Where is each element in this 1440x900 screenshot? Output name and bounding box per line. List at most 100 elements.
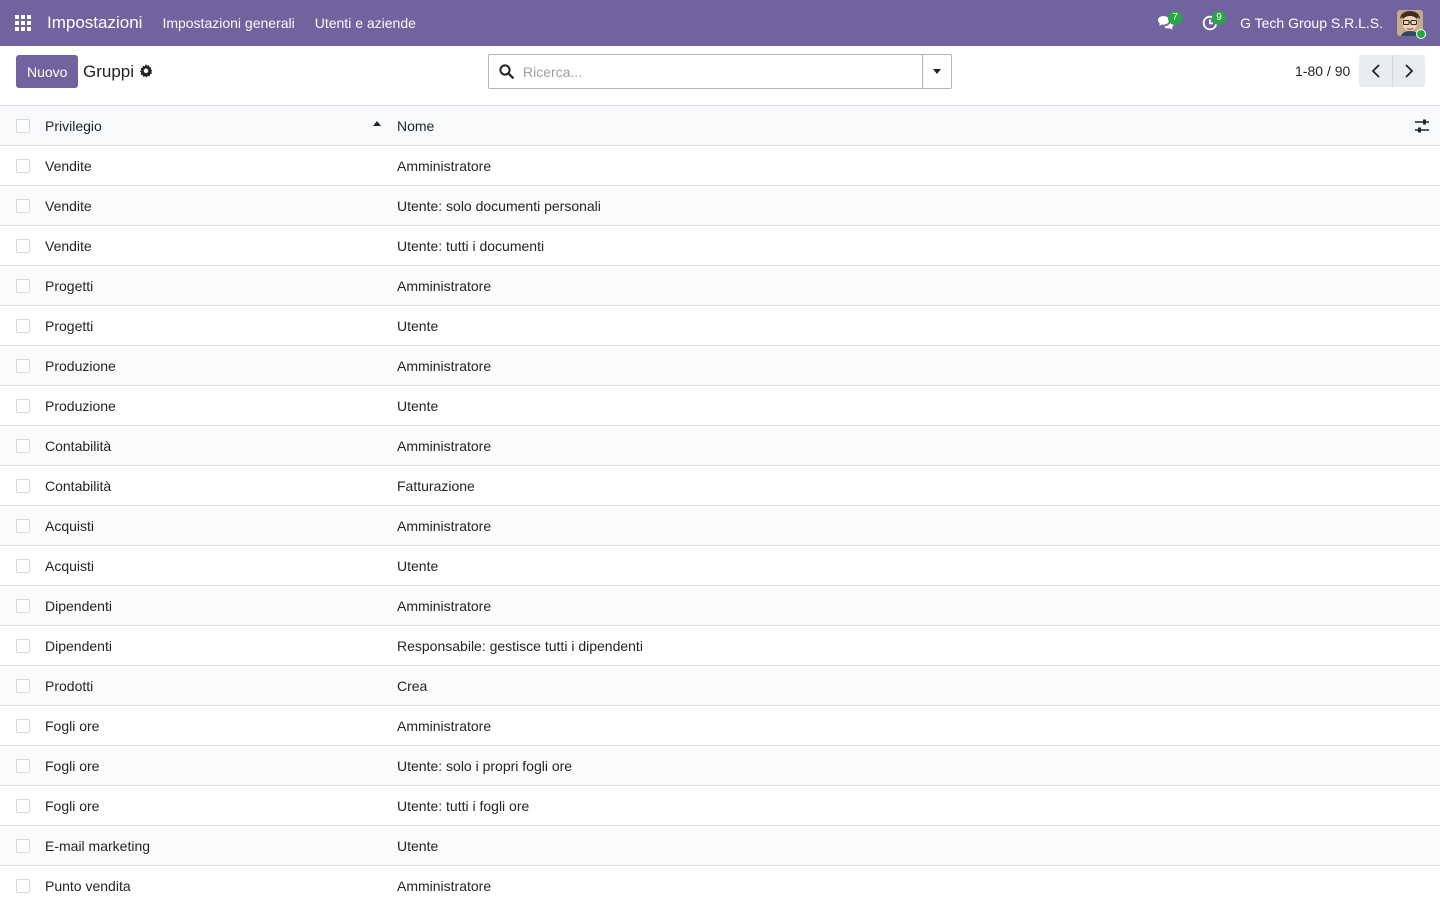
row-checkbox[interactable] xyxy=(16,679,30,693)
table-row[interactable]: Prodotti Crea xyxy=(0,666,1440,706)
table-row[interactable]: Contabilità Fatturazione xyxy=(0,466,1440,506)
row-checkbox[interactable] xyxy=(16,479,30,493)
table-row[interactable]: E-mail marketing Utente xyxy=(0,826,1440,866)
cell-privilegio: Punto vendita xyxy=(45,877,131,894)
pager-previous-button[interactable] xyxy=(1359,55,1392,87)
column-header-nome[interactable]: Nome xyxy=(397,118,434,134)
row-checkbox[interactable] xyxy=(16,759,30,773)
table-header: Privilegio Nome xyxy=(0,106,1440,146)
cell-privilegio: Produzione xyxy=(45,397,116,414)
company-switcher[interactable]: G Tech Group S.R.L.S. xyxy=(1240,15,1383,31)
online-status-dot xyxy=(1416,29,1426,39)
row-checkbox[interactable] xyxy=(16,199,30,213)
cell-nome: Utente: tutti i fogli ore xyxy=(397,797,530,814)
cell-nome: Utente xyxy=(397,317,439,334)
cell-nome: Amministratore xyxy=(397,357,492,374)
activities-count-badge: 9 xyxy=(1212,11,1227,25)
cell-privilegio: Fogli ore xyxy=(45,797,100,814)
new-button[interactable]: Nuovo xyxy=(16,55,79,88)
table-row[interactable]: Dipendenti Amministratore xyxy=(0,586,1440,626)
table-row[interactable]: Punto vendita Amministratore xyxy=(0,866,1440,900)
table-row[interactable]: Acquisti Amministratore xyxy=(0,506,1440,546)
table-row[interactable]: Produzione Amministratore xyxy=(0,346,1440,386)
row-checkbox[interactable] xyxy=(16,719,30,733)
chevron-right-icon xyxy=(1405,64,1414,78)
row-checkbox[interactable] xyxy=(16,439,30,453)
chevron-left-icon xyxy=(1371,64,1380,78)
cell-nome: Utente: tutti i documenti xyxy=(397,237,545,254)
page-title: Gruppi xyxy=(83,62,135,81)
search-input[interactable] xyxy=(523,56,922,87)
cell-privilegio: Dipendenti xyxy=(45,597,112,614)
column-header-privilegio[interactable]: Privilegio xyxy=(45,118,102,134)
table-row[interactable]: Acquisti Utente xyxy=(0,546,1440,586)
table-row[interactable]: Vendite Utente: solo documenti personali xyxy=(0,186,1440,226)
table-row[interactable]: Fogli ore Utente: tutti i fogli ore xyxy=(0,786,1440,826)
cell-privilegio: Dipendenti xyxy=(45,637,112,654)
cell-nome: Fatturazione xyxy=(397,477,475,494)
cell-nome: Amministratore xyxy=(397,157,492,174)
row-checkbox[interactable] xyxy=(16,839,30,853)
cell-nome: Utente: solo i propri fogli ore xyxy=(397,757,573,774)
cell-privilegio: Progetti xyxy=(45,277,94,294)
cell-nome: Amministratore xyxy=(397,877,492,894)
row-checkbox[interactable] xyxy=(16,639,30,653)
table-row[interactable]: Contabilità Amministratore xyxy=(0,426,1440,466)
table-row[interactable]: Fogli ore Amministratore xyxy=(0,706,1440,746)
row-checkbox[interactable] xyxy=(16,159,30,173)
menu-impostazioni-generali[interactable]: Impostazioni generali xyxy=(162,15,294,31)
pager-value[interactable]: 1-80 / 90 xyxy=(1295,63,1350,79)
cell-privilegio: Acquisti xyxy=(45,517,95,534)
select-all-checkbox[interactable] xyxy=(16,119,30,133)
cell-nome: Amministratore xyxy=(397,597,492,614)
table-row[interactable]: Fogli ore Utente: solo i propri fogli ore xyxy=(0,746,1440,786)
row-checkbox[interactable] xyxy=(16,879,30,893)
cell-privilegio: Vendite xyxy=(45,157,92,174)
menu-utenti-e-aziende[interactable]: Utenti e aziende xyxy=(315,15,416,31)
pager-next-button[interactable] xyxy=(1392,55,1425,87)
row-checkbox[interactable] xyxy=(16,359,30,373)
top-navbar: Impostazioni Impostazioni generali Utent… xyxy=(0,0,1440,46)
cell-privilegio: E-mail marketing xyxy=(45,837,151,854)
messages-count-badge: 7 xyxy=(1168,11,1183,25)
row-checkbox[interactable] xyxy=(16,279,30,293)
table-body: Vendite Amministratore Vendite Utente: solo… xyxy=(0,146,1440,900)
table-row[interactable]: Progetti Utente xyxy=(0,306,1440,346)
optional-columns-toggle-icon[interactable] xyxy=(1414,118,1430,134)
user-avatar[interactable] xyxy=(1397,10,1426,39)
cell-nome: Utente xyxy=(397,557,439,574)
row-checkbox[interactable] xyxy=(16,239,30,253)
cell-privilegio: Contabilità xyxy=(45,477,112,494)
row-checkbox[interactable] xyxy=(16,399,30,413)
row-checkbox[interactable] xyxy=(16,599,30,613)
cell-privilegio: Produzione xyxy=(45,357,116,374)
cell-privilegio: Fogli ore xyxy=(45,717,100,734)
table-row[interactable]: Dipendenti Responsabile: gestisce tutti i… xyxy=(0,626,1440,666)
gear-icon[interactable] xyxy=(139,64,153,78)
row-checkbox[interactable] xyxy=(16,799,30,813)
table-row[interactable]: Vendite Amministratore xyxy=(0,146,1440,186)
cell-privilegio: Acquisti xyxy=(45,557,95,574)
search-options-toggle[interactable] xyxy=(922,55,951,88)
table-row[interactable]: Vendite Utente: tutti i documenti xyxy=(0,226,1440,266)
cell-privilegio: Contabilità xyxy=(45,437,112,454)
row-checkbox[interactable] xyxy=(16,519,30,533)
cell-nome: Responsabile: gestisce tutti i dipendent… xyxy=(397,637,643,654)
apps-menu-icon[interactable] xyxy=(0,0,46,46)
cell-privilegio: Prodotti xyxy=(45,677,94,694)
table-row[interactable]: Produzione Utente xyxy=(0,386,1440,426)
cell-privilegio: Progetti xyxy=(45,317,94,334)
cell-privilegio: Vendite xyxy=(45,237,92,254)
cell-nome: Amministratore xyxy=(397,517,492,534)
cell-nome: Utente xyxy=(397,397,439,414)
app-title[interactable]: Impostazioni xyxy=(47,13,142,33)
activities-button[interactable]: 9 xyxy=(1188,0,1232,46)
groups-list: Privilegio Nome Vendite Amministratore Ven… xyxy=(0,106,1440,900)
row-checkbox[interactable] xyxy=(16,319,30,333)
messages-button[interactable]: 7 xyxy=(1144,0,1188,46)
cell-nome: Utente: solo documenti personali xyxy=(397,197,601,214)
table-row[interactable]: Progetti Amministratore xyxy=(0,266,1440,306)
sort-ascending-icon xyxy=(373,121,381,126)
cell-nome: Amministratore xyxy=(397,437,492,454)
row-checkbox[interactable] xyxy=(16,559,30,573)
